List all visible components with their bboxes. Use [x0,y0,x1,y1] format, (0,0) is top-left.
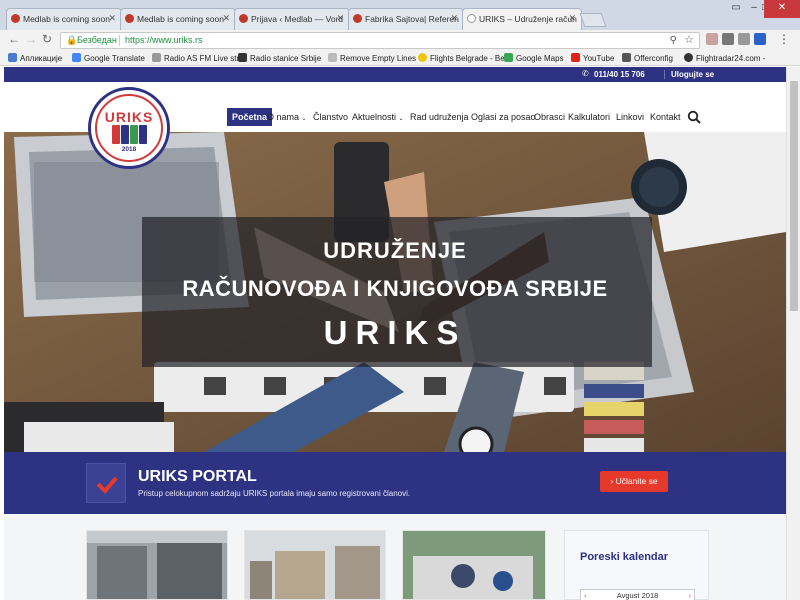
bookmark-item[interactable]: Google Maps [504,53,564,63]
close-tab-icon[interactable]: ✕ [222,13,230,24]
top-bar: ✆ 011/40 15 706 Ulogujte se [4,67,786,82]
binder-icon [121,125,129,144]
close-tab-icon[interactable]: ✕ [336,13,344,24]
favicon-icon [11,14,20,23]
news-image [245,531,385,599]
back-icon[interactable]: ← [8,32,20,46]
nav-rad-udruzenja[interactable]: Rad udruženja [410,112,469,122]
chevron-down-icon: ⌄ [398,116,404,122]
logo-text: URIKS [104,109,154,125]
news-section: Poreski kalendar ‹ Avgust 2018 › [4,514,786,600]
nav-kalkulatori[interactable]: Kalkulatori [568,112,610,122]
extension-icon[interactable] [722,33,734,45]
news-card[interactable] [244,530,386,600]
hero-title-line3: URIKS [323,314,467,351]
bookmark-item[interactable]: Radio stanice Srbije [238,53,321,63]
check-icon-box [86,463,126,503]
browser-tab-2[interactable]: Medlab is coming soon ✕ [120,8,236,30]
favicon-icon [467,14,476,23]
url-text: https://www.uriks.rs [125,35,203,45]
close-tab-icon[interactable]: ✕ [450,13,458,24]
extension-icon[interactable] [706,33,718,45]
check-icon [96,476,118,494]
close-tab-icon[interactable]: ✕ [108,13,116,24]
browser-tab-3[interactable]: Prijava ‹ Medlab — Vord ✕ [234,8,350,30]
hero-banner: UDRUŽENJE RAČUNOVOĐA I KNJIGOVOĐA SRBIJE… [4,132,786,452]
browser-tab-1[interactable]: Medlab is coming soon ✕ [6,8,122,30]
nav-clanstvo[interactable]: Članstvo [313,112,348,122]
close-tab-icon[interactable]: ✕ [568,13,576,24]
join-button[interactable]: › Učlanite se [600,471,668,492]
nav-aktuelnosti[interactable]: Aktuelnosti ⌄ [352,112,404,122]
page-scrollbar[interactable] [786,67,800,600]
browser-tab-5[interactable]: URIKS – Udruženje račun ✕ [462,8,582,31]
extension-icon[interactable] [754,33,766,45]
portal-title: URIKS PORTAL [138,468,257,485]
portal-subtitle: Pristup celokupnom sadržaju URIKS portal… [138,489,411,498]
search-icon[interactable] [687,110,701,124]
extension-icon[interactable] [738,33,750,45]
browser-tabstrip: Medlab is coming soon ✕ Medlab is coming … [0,0,800,31]
news-image [403,531,545,599]
site-logo[interactable]: URIKS 2018 [88,87,170,169]
zoom-icon[interactable]: ⚲ [670,33,677,48]
binder-icon [130,125,138,144]
arrow-icon: › [610,476,614,486]
news-card[interactable] [402,530,546,600]
hero-title-line1: UDRUŽENJE [323,238,467,263]
chevron-left-icon[interactable]: ‹ [581,590,587,600]
scrollbar-thumb[interactable] [790,81,798,311]
tax-calendar: Poreski kalendar ‹ Avgust 2018 › [564,530,709,600]
favicon-icon [125,14,134,23]
bookmark-item[interactable]: Google Translate [72,53,145,63]
tax-calendar-title: Poreski kalendar [580,551,669,563]
nav-linkovi[interactable]: Linkovi [616,112,644,122]
reload-icon[interactable]: ↻ [42,32,52,46]
chevron-right-icon[interactable]: › [689,590,695,600]
lock-icon: 🔒 [66,35,78,45]
binder-icon [112,125,120,144]
login-link[interactable]: Ulogujte se [664,70,714,79]
nav-obrasci[interactable]: Obrasci [534,112,565,122]
close-window-button[interactable]: ✕ [764,0,800,18]
nav-o-nama[interactable]: O nama ⌄ [267,112,307,122]
bookmark-item[interactable]: Radio AS FM Live str [152,53,239,63]
calendar-month[interactable]: ‹ Avgust 2018 › [580,589,695,600]
news-card[interactable] [86,530,228,600]
bookmark-item[interactable]: Flightradar24.com - [684,53,765,63]
hero-title-line2: RAČUNOVOĐA I KNJIGOVOĐA SRBIJE [182,276,608,301]
bookmark-star-icon[interactable]: ☆ [684,33,694,48]
phone-number[interactable]: 011/40 15 706 [594,70,645,79]
phone-icon: ✆ [582,69,589,78]
address-bar[interactable]: 🔒 Безбедан https://www.uriks.rs ⚲ ☆ [60,32,700,49]
bookmark-item[interactable]: Remove Empty Lines [328,53,416,63]
bookmark-item[interactable]: Offerconfig [622,53,673,63]
nav-pocetna[interactable]: Početna [227,108,273,126]
browser-toolbar: ← → ↻ 🔒 Безбедан https://www.uriks.rs ⚲ … [0,30,800,50]
portal-section: URIKS PORTAL Pristup celokupnom sadržaju… [4,452,786,514]
bookmark-item[interactable]: Flights Belgrade - Be [418,53,505,63]
browser-tab-4[interactable]: Fabrika Sajtova| Referen ✕ [348,8,464,30]
binder-icon [139,125,147,144]
favicon-icon [353,14,362,23]
nav-kontakt[interactable]: Kontakt [650,112,681,122]
nav-oglasi[interactable]: Oglasi za posao [471,112,536,122]
chevron-down-icon: ⌄ [301,116,307,122]
webpage: ✆ 011/40 15 706 Ulogujte se URIKS 2018 P… [4,67,786,600]
site-header: URIKS 2018 Početna O nama ⌄ Članstvo Akt… [4,82,786,169]
bookmarks-bar: Апликације Google Translate Radio AS FM … [0,50,800,66]
forward-icon[interactable]: → [25,32,37,46]
bookmark-item[interactable]: YouTube [571,53,614,63]
menu-icon[interactable]: ⋮ [778,32,790,46]
secure-label: Безбедан [77,35,117,45]
logo-year: 2018 [121,146,137,153]
favicon-icon [239,14,248,23]
bookmark-item[interactable]: Апликације [8,53,62,63]
news-image [87,531,227,599]
new-tab-button[interactable] [579,13,607,27]
